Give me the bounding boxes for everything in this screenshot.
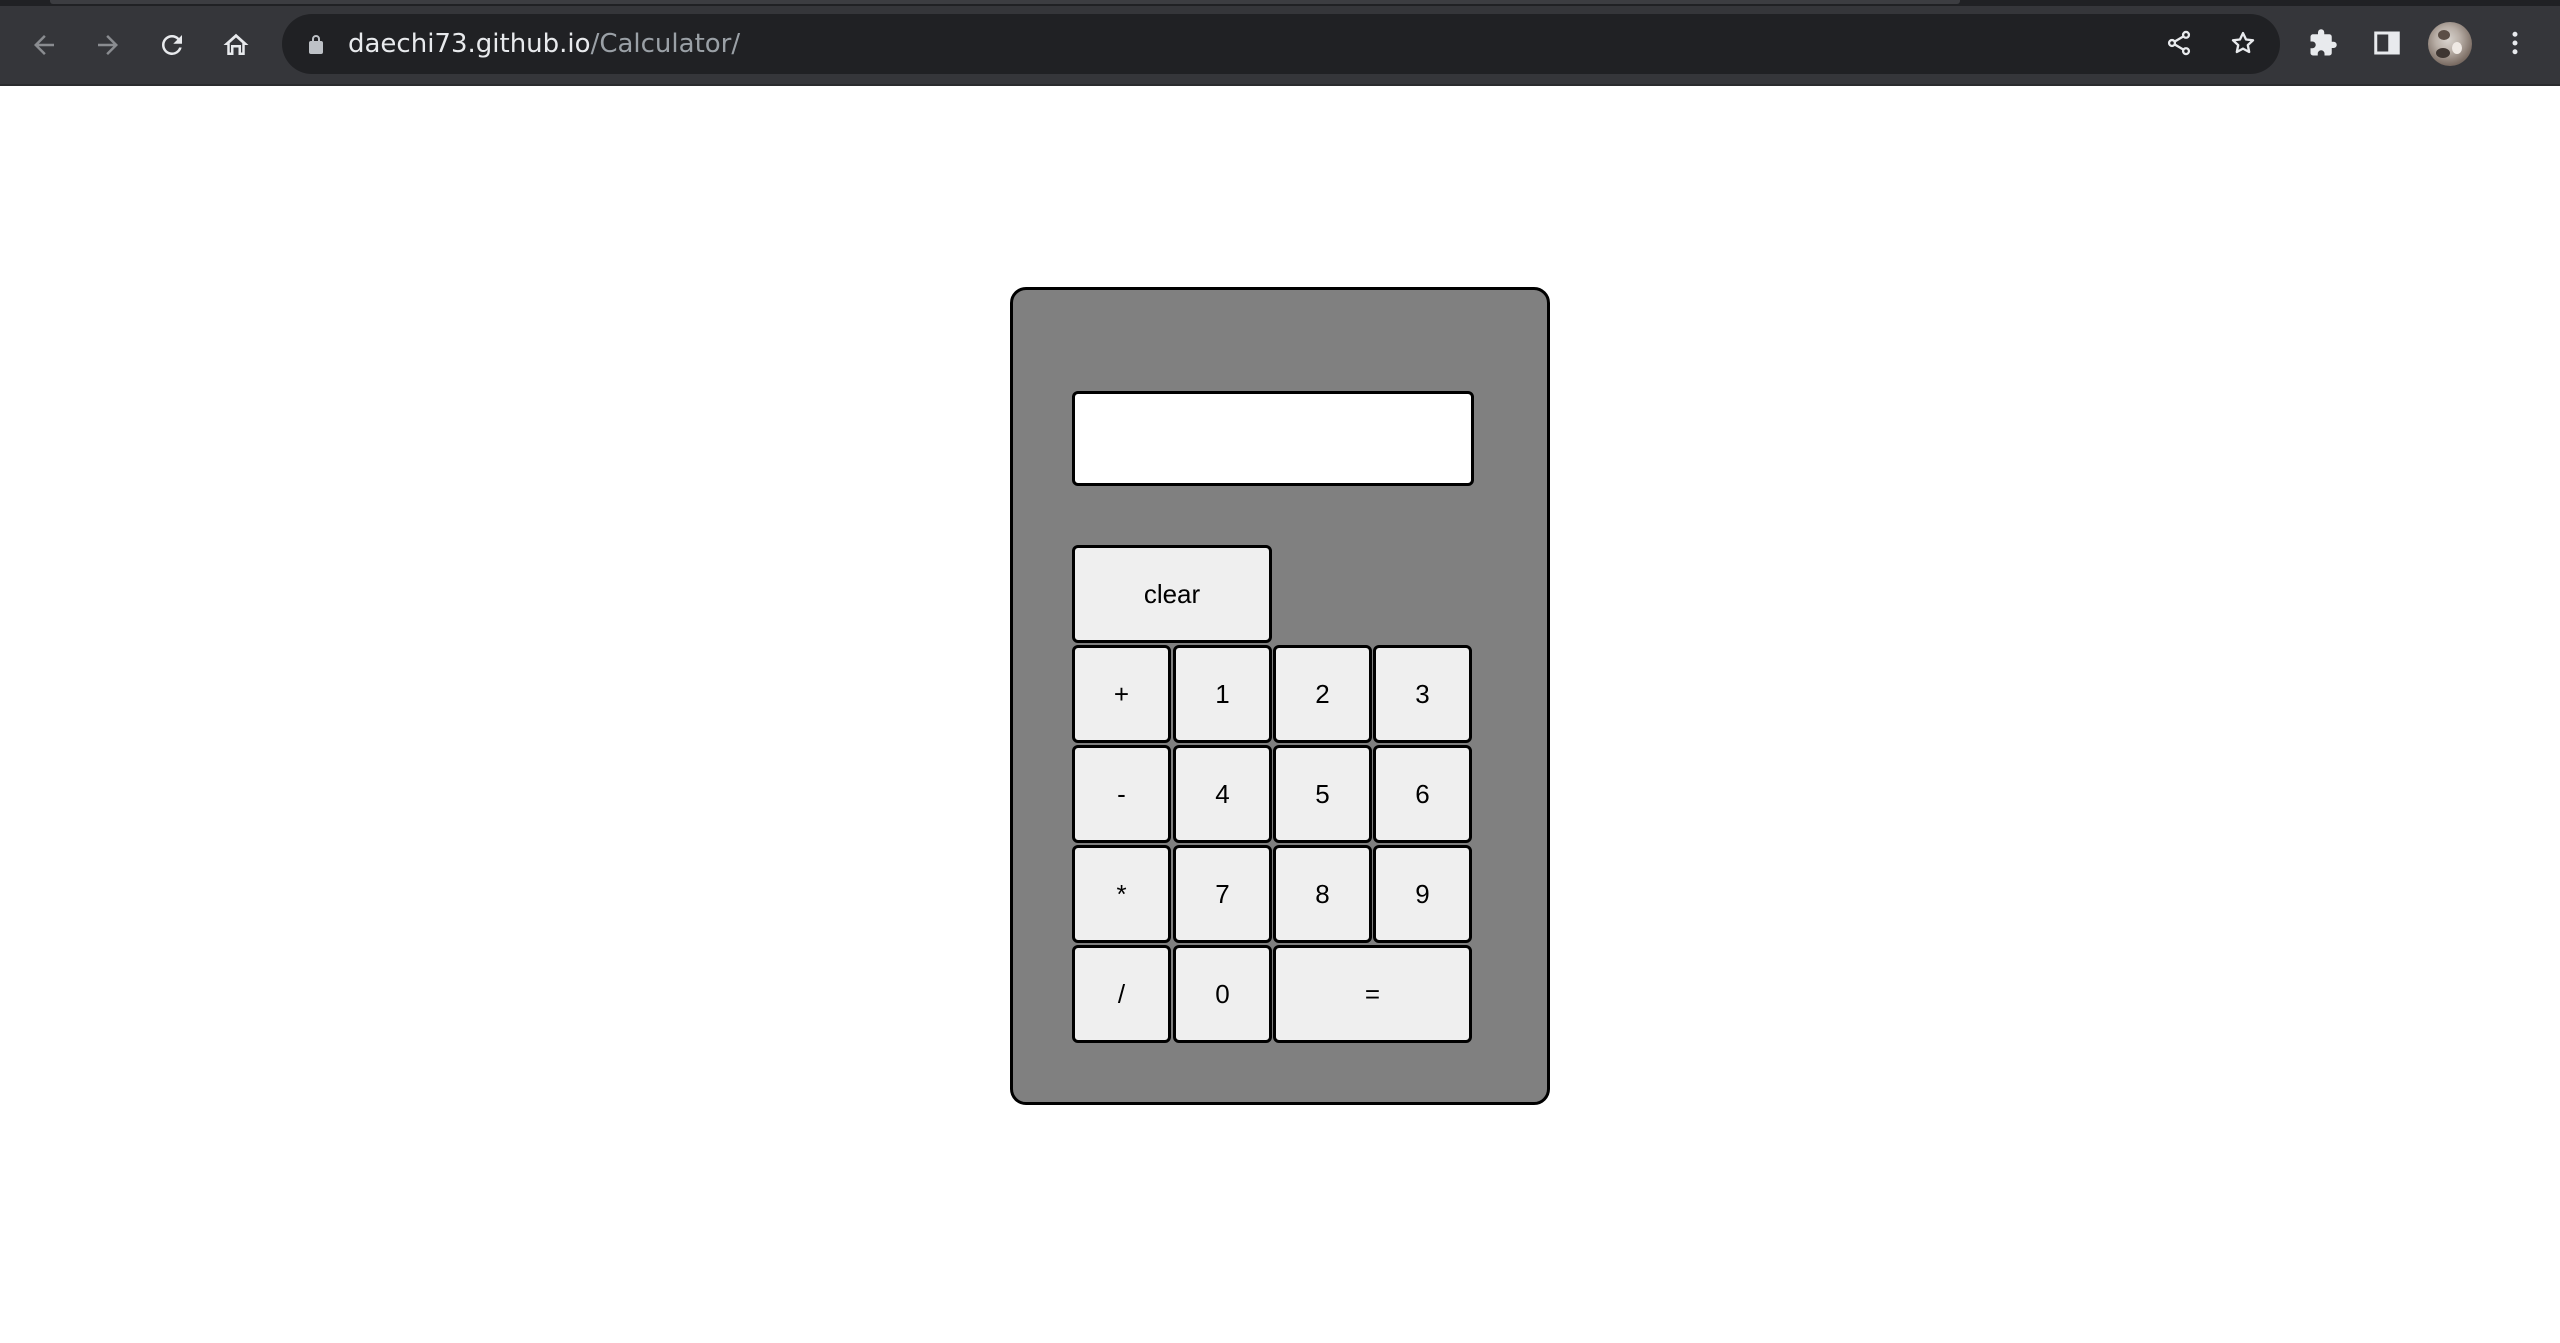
reload-icon [157,30,187,60]
calculator-display[interactable] [1072,391,1474,486]
avatar-detail [2452,42,2462,54]
kebab-menu-icon [2500,28,2530,63]
avatar-detail [2438,30,2450,40]
digit-6-button[interactable]: 6 [1373,745,1472,843]
multiply-button[interactable]: * [1072,845,1171,943]
digit-4-button[interactable]: 4 [1173,745,1272,843]
digit-0-button[interactable]: 0 [1173,945,1272,1043]
digit-5-button[interactable]: 5 [1273,745,1372,843]
extensions-button[interactable] [2300,22,2346,68]
address-bar[interactable]: daechi73.github.io/Calculator/ [282,14,2280,74]
browser-toolbar: daechi73.github.io/Calculator/ [0,0,2560,86]
forward-button[interactable] [85,22,131,68]
reload-button[interactable] [149,22,195,68]
digit-9-button[interactable]: 9 [1373,845,1472,943]
bookmark-button[interactable] [2226,28,2260,62]
url-text[interactable]: daechi73.github.io/Calculator/ [348,28,740,60]
avatar[interactable] [2428,22,2472,66]
avatar-detail [2436,48,2450,58]
arrow-left-icon [29,30,59,60]
url-path: /Calculator/ [590,29,741,59]
share-button[interactable] [2162,28,2196,62]
arrow-right-icon [93,30,123,60]
active-tab-indicator [50,0,1960,4]
tab-strip [0,0,2560,6]
home-button[interactable] [213,22,259,68]
calculator: clear + 1 2 3 - 4 5 6 * 7 8 9 / 0 = [1010,287,1550,1105]
plus-button[interactable]: + [1072,645,1171,743]
share-icon [2165,29,2193,62]
lock-icon[interactable] [304,32,328,56]
digit-2-button[interactable]: 2 [1273,645,1372,743]
clear-button[interactable]: clear [1072,545,1272,643]
digit-7-button[interactable]: 7 [1173,845,1272,943]
digit-8-button[interactable]: 8 [1273,845,1372,943]
home-icon [221,30,251,60]
digit-3-button[interactable]: 3 [1373,645,1472,743]
equals-button[interactable]: = [1273,945,1472,1043]
star-icon [2229,29,2257,62]
digit-1-button[interactable]: 1 [1173,645,1272,743]
side-panel-button[interactable] [2364,22,2410,68]
puzzle-icon [2308,28,2338,63]
side-panel-icon [2372,28,2402,63]
minus-button[interactable]: - [1072,745,1171,843]
back-button[interactable] [21,22,67,68]
url-host: daechi73.github.io [348,29,591,59]
divide-button[interactable]: / [1072,945,1171,1043]
browser-menu-button[interactable] [2492,22,2538,68]
